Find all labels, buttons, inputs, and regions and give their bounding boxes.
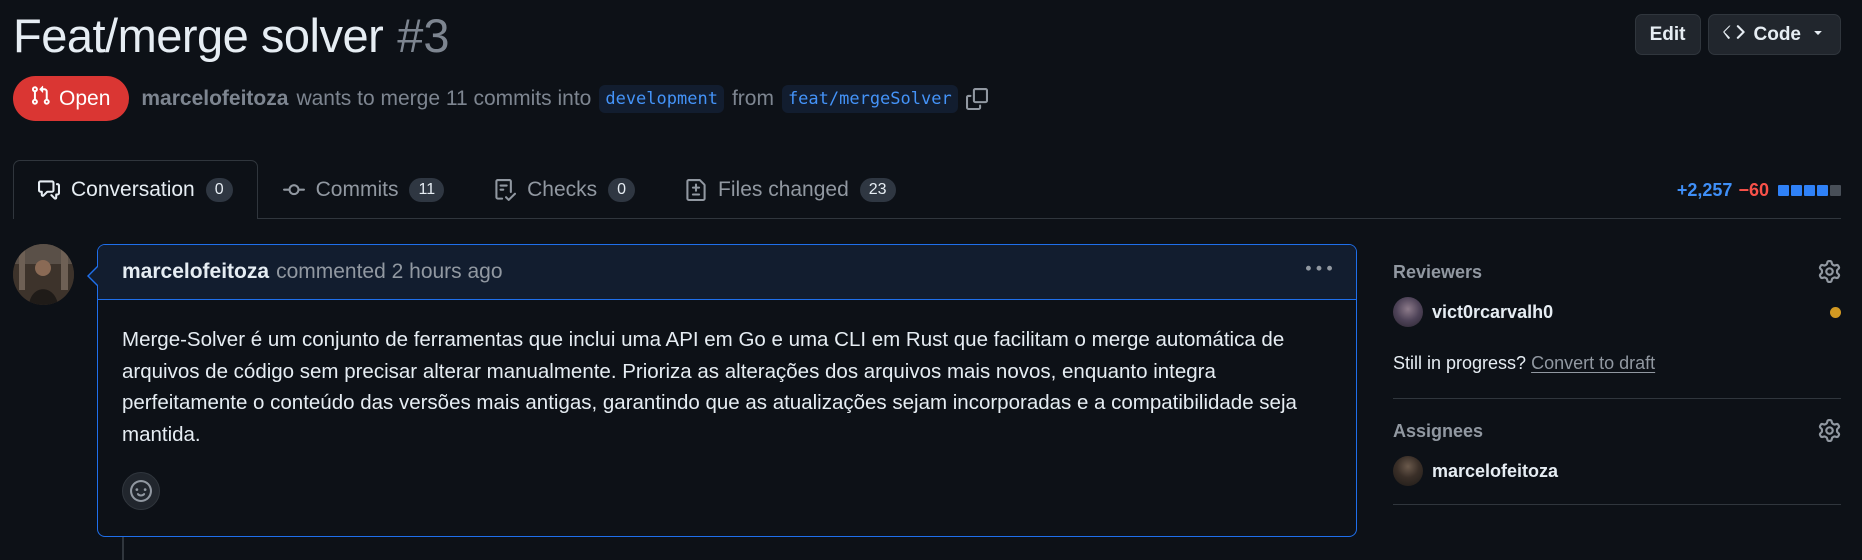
gear-icon[interactable] (1818, 260, 1841, 288)
tab-conversation-label: Conversation (71, 178, 195, 201)
reviewers-section: Reviewers vict0rcarvalh0 Still in progre… (1393, 260, 1841, 374)
tab-commits-count: 11 (409, 178, 445, 202)
assignees-section: Assignees marcelofeitoza (1393, 419, 1841, 505)
sidebar-divider (1393, 398, 1841, 399)
diffstat-block (1778, 185, 1789, 196)
comment-box: marcelofeitoza commented 2 hours ago Mer… (97, 244, 1357, 537)
file-diff-icon (685, 179, 707, 201)
tab-files-changed[interactable]: Files changed 23 (660, 160, 921, 219)
assignees-title: Assignees (1393, 421, 1484, 441)
comment-discussion-icon (38, 179, 60, 201)
assignee-name: marcelofeitoza (1432, 460, 1559, 481)
tab-conversation-count: 0 (205, 178, 233, 202)
pr-title-row: Feat/merge solver #3 (13, 8, 450, 63)
copy-icon[interactable] (965, 87, 988, 110)
comment-author-link[interactable]: marcelofeitoza (122, 260, 269, 284)
header-actions: Edit Code (1634, 14, 1841, 55)
convert-to-draft-link[interactable]: Convert to draft (1531, 353, 1655, 373)
checklist-icon (494, 179, 517, 201)
comment-action: commented (276, 260, 386, 283)
diffstat-blocks (1778, 185, 1841, 196)
avatar[interactable] (13, 244, 74, 305)
tab-checks[interactable]: Checks 0 (469, 160, 660, 219)
avatar (1393, 456, 1423, 486)
code-icon (1722, 21, 1745, 49)
git-commit-icon (282, 179, 305, 201)
sidebar-divider (1393, 504, 1841, 505)
edit-button-label: Edit (1649, 23, 1686, 45)
tab-files-changed-count: 23 (859, 178, 896, 202)
diffstat-block (1830, 185, 1841, 196)
triangle-down-icon (1810, 24, 1826, 46)
tab-files-changed-label: Files changed (718, 178, 849, 201)
merge-text: wants to merge 11 commits into (296, 86, 592, 110)
tab-commits[interactable]: Commits 11 (258, 160, 469, 219)
comment-timestamp[interactable]: 2 hours ago (392, 260, 503, 284)
diffstat: +2,257 −60 (1677, 180, 1841, 201)
assignee-item[interactable]: marcelofeitoza (1393, 456, 1841, 486)
pending-review-dot (1830, 306, 1841, 318)
status-badge: Open (13, 76, 130, 121)
tab-commits-label: Commits (315, 178, 399, 201)
pr-author-link[interactable]: marcelofeitoza (141, 87, 288, 111)
code-button[interactable]: Code (1707, 14, 1841, 55)
tab-conversation[interactable]: Conversation 0 (13, 160, 258, 219)
diffstat-block (1804, 185, 1815, 196)
sidebar: Reviewers vict0rcarvalh0 Still in progre… (1393, 260, 1841, 527)
reviewer-item[interactable]: vict0rcarvalh0 (1393, 297, 1841, 327)
diffstat-block (1817, 185, 1828, 196)
from-text: from (731, 86, 774, 110)
code-button-label: Code (1753, 23, 1802, 45)
smiley-icon (130, 480, 152, 502)
reviewer-name: vict0rcarvalh0 (1432, 301, 1554, 322)
pr-number: #3 (397, 9, 450, 62)
gear-icon[interactable] (1818, 419, 1841, 447)
avatar (1393, 297, 1423, 327)
comment-body: Merge-Solver é um conjunto de ferramenta… (122, 328, 1297, 446)
comment-pointer-fill (89, 266, 99, 286)
kebab-horizontal-icon[interactable] (1306, 256, 1332, 289)
diffstat-deletions: −60 (1738, 180, 1769, 200)
tab-checks-count: 0 (608, 178, 636, 202)
pr-tabs: Conversation 0 Commits 11 Checks 0 Files… (13, 160, 921, 219)
tab-checks-label: Checks (527, 178, 598, 201)
pr-meta: marcelofeitoza wants to merge 11 commits… (141, 84, 988, 113)
git-pull-request-icon (30, 85, 51, 112)
reviewers-title: Reviewers (1393, 262, 1483, 282)
draft-prompt-text: Still in progress? (1393, 353, 1527, 373)
diffstat-additions: +2,257 (1676, 180, 1733, 200)
status-label: Open (59, 86, 111, 110)
pr-state-row: Open marcelofeitoza wants to merge 11 co… (13, 76, 988, 121)
add-reaction-button[interactable] (122, 472, 160, 510)
pr-title: Feat/merge solver (13, 9, 384, 62)
edit-button[interactable]: Edit (1634, 14, 1701, 55)
diffstat-block (1791, 185, 1802, 196)
head-branch-link[interactable]: feat/mergeSolver (781, 84, 958, 113)
base-branch-link[interactable]: development (599, 84, 724, 113)
draft-prompt: Still in progress? Convert to draft (1393, 353, 1841, 374)
timeline-line (122, 537, 124, 560)
comment-header: marcelofeitoza commented 2 hours ago (98, 245, 1356, 300)
